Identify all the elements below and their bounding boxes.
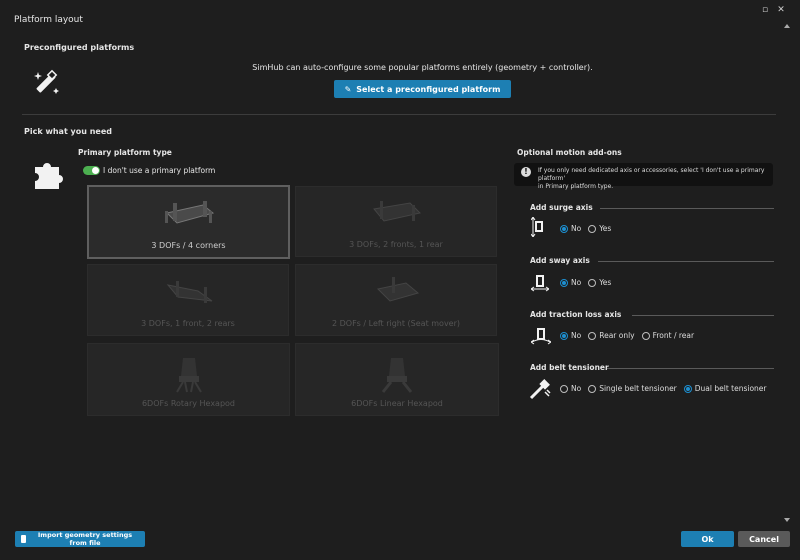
radio-label: Dual belt tensioner — [694, 384, 767, 393]
radio-dot — [560, 278, 568, 287]
belt-tensioner-divider — [607, 368, 774, 369]
radio-label: No — [571, 331, 582, 340]
radio-dot — [560, 224, 568, 233]
addons-title: Optional motion add-ons — [517, 148, 622, 157]
import-geometry-label: Import geometry settings from file — [37, 531, 133, 547]
traction-option-rear-only[interactable]: Rear only — [588, 331, 635, 340]
radio-label: Yes — [599, 278, 612, 287]
radio-dot — [588, 331, 597, 340]
tile-6dof-rotary-hexapod[interactable]: 6DOFs Rotary Hexapod — [87, 343, 290, 416]
close-icon[interactable]: ✕ — [776, 5, 786, 15]
info-icon: ! — [521, 167, 531, 177]
seat-rotary-hexapod-icon — [175, 358, 202, 393]
restore-icon[interactable]: ▫ — [760, 5, 770, 15]
sway-divider — [598, 261, 774, 262]
addons-info-line2: in Primary platform type. — [538, 183, 614, 190]
platform-3dof-2front-1rear-icon — [373, 201, 421, 222]
select-preconfigured-label: Select a preconfigured platform — [356, 84, 501, 94]
surge-option-yes[interactable]: Yes — [588, 224, 611, 233]
tile-label: 3 DOFs, 1 front, 2 rears — [141, 319, 235, 328]
section-divider — [22, 114, 776, 115]
import-geometry-button[interactable]: Import geometry settings from file — [15, 531, 145, 547]
window-title: Platform layout — [14, 15, 83, 25]
addons-info-box: ! If you only need dedicated axis or acc… — [514, 163, 773, 190]
radio-dot — [588, 224, 597, 233]
radio-dot — [588, 384, 597, 393]
select-preconfigured-button[interactable]: ✎ Select a preconfigured platform — [334, 80, 511, 98]
no-primary-toggle[interactable] — [83, 166, 100, 175]
scroll-down-icon[interactable] — [784, 518, 790, 522]
traction-loss-radio-group: No Rear only Front / rear — [560, 331, 694, 340]
tile-label: 3 DOFs, 2 fronts, 1 rear — [349, 240, 443, 249]
tile-3dof-4corners[interactable]: 3 DOFs / 4 corners — [87, 185, 290, 259]
radio-dot — [683, 384, 692, 393]
traction-loss-axis-icon — [530, 325, 552, 347]
surge-radio-group: No Yes — [560, 224, 611, 233]
traction-option-front-rear[interactable]: Front / rear — [641, 331, 695, 340]
sway-axis-icon — [530, 272, 550, 294]
belt-option-single[interactable]: Single belt tensioner — [588, 384, 677, 393]
surge-divider — [600, 208, 774, 209]
traction-loss-divider — [632, 315, 774, 316]
magic-wand-icon — [32, 68, 62, 100]
radio-label: No — [571, 384, 582, 393]
sway-option-no[interactable]: No — [560, 278, 581, 287]
sway-option-yes[interactable]: Yes — [588, 278, 611, 287]
surge-title: Add surge axis — [530, 203, 593, 212]
radio-label: Yes — [599, 224, 612, 233]
tile-3dof-1front-2rears[interactable]: 3 DOFs, 1 front, 2 rears — [87, 264, 289, 336]
cancel-button[interactable]: Cancel — [738, 531, 790, 547]
radio-dot — [641, 331, 650, 340]
preconfigured-title: Preconfigured platforms — [24, 43, 135, 52]
belt-option-dual[interactable]: Dual belt tensioner — [683, 384, 767, 393]
addons-info-line1: If you only need dedicated axis or acces… — [538, 167, 765, 182]
surge-option-no[interactable]: No — [560, 224, 581, 233]
surge-axis-icon — [530, 216, 547, 239]
scroll-up-icon[interactable] — [784, 24, 790, 28]
sway-title: Add sway axis — [530, 256, 590, 265]
sway-radio-group: No Yes — [560, 278, 611, 287]
file-import-icon — [21, 535, 27, 543]
platform-3dof-4corners-icon — [164, 201, 214, 224]
tile-3dof-2front-1rear[interactable]: 3 DOFs, 2 fronts, 1 rear — [295, 186, 497, 257]
preconfigured-description: SimHub can auto-configure some popular p… — [252, 63, 593, 72]
belt-tensioner-title: Add belt tensioner — [530, 363, 609, 372]
belt-tensioner-radio-group: No Single belt tensioner Dual belt tensi… — [560, 384, 767, 393]
pick-title: Pick what you need — [24, 127, 113, 136]
tile-6dof-linear-hexapod[interactable]: 6DOFs Linear Hexapod — [295, 343, 499, 416]
traction-loss-title: Add traction loss axis — [530, 310, 622, 319]
platform-3dof-1front-2rears-icon — [166, 281, 213, 303]
platform-2dof-left-right-icon — [376, 277, 420, 302]
magic-wand-small-icon: ✎ — [344, 84, 352, 94]
tile-2dof-left-right[interactable]: 2 DOFs / Left right (Seat mover) — [295, 264, 497, 336]
tile-label: 2 DOFs / Left right (Seat mover) — [331, 319, 461, 328]
tile-label: 3 DOFs / 4 corners — [151, 241, 226, 250]
no-primary-toggle-label: I don't use a primary platform — [103, 166, 216, 175]
tile-label: 6DOFs Linear Hexapod — [351, 399, 443, 408]
seat-linear-hexapod-icon — [381, 358, 413, 393]
radio-dot — [588, 278, 597, 287]
radio-label: No — [571, 224, 582, 233]
radio-label: Rear only — [599, 331, 635, 340]
radio-dot — [560, 384, 568, 393]
puzzle-icon — [32, 158, 66, 192]
tile-label: 6DOFs Rotary Hexapod — [141, 399, 236, 408]
radio-label: No — [571, 278, 582, 287]
radio-dot — [560, 331, 568, 340]
radio-label: Single belt tensioner — [599, 384, 677, 393]
belt-tensioner-icon — [529, 378, 551, 402]
traction-option-no[interactable]: No — [560, 331, 581, 340]
belt-option-no[interactable]: No — [560, 384, 581, 393]
primary-platform-title: Primary platform type — [78, 148, 172, 157]
ok-button[interactable]: Ok — [681, 531, 734, 547]
radio-label: Front / rear — [652, 331, 695, 340]
